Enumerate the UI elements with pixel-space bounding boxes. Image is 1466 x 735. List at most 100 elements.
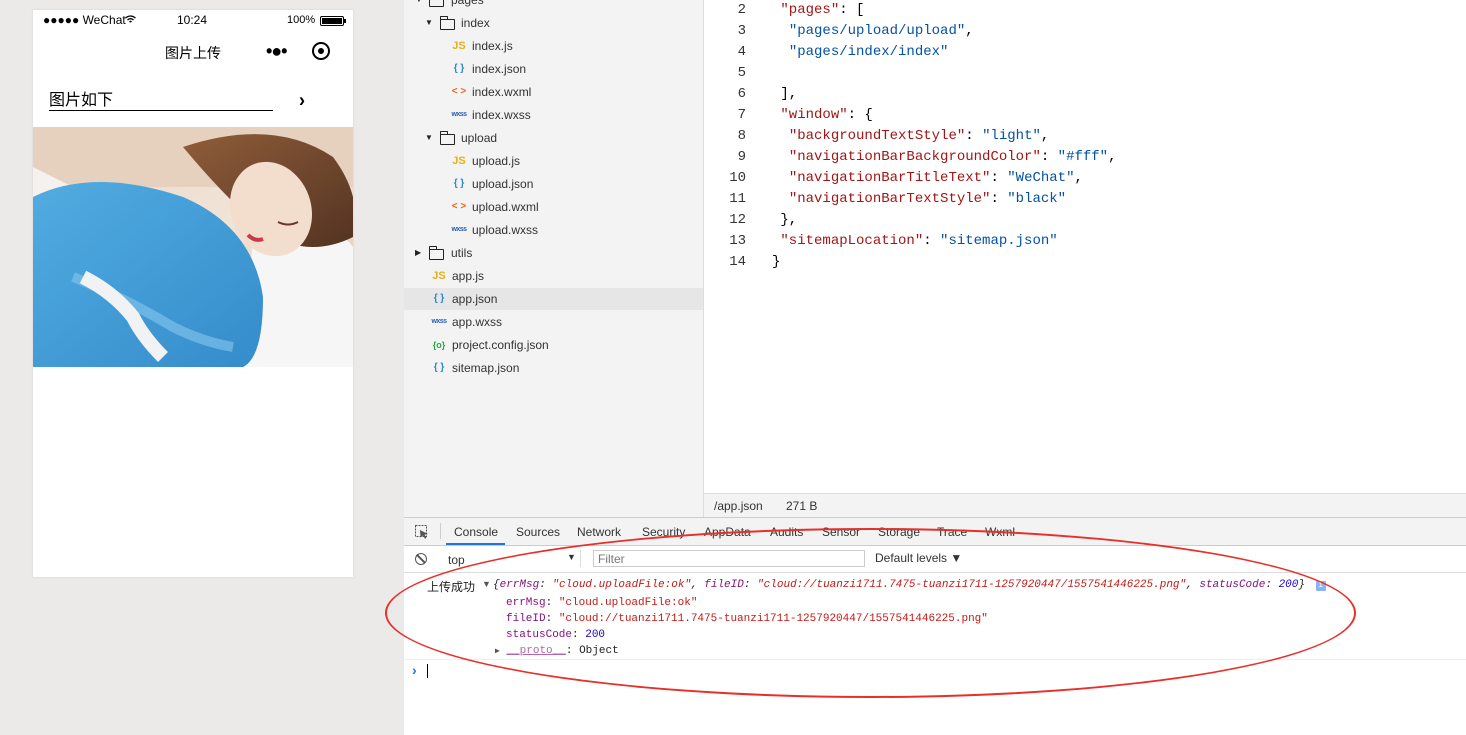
tree-file-index-json[interactable]: { } index.json [404,58,703,80]
tree-file-app-json[interactable]: { } app.json [404,288,703,310]
status-bar: ●●●●● WeChat 10:24 100% [33,10,353,30]
code-token: , [1108,149,1117,165]
line-number: 7 [737,107,746,123]
summary-status-value: 200 [1278,579,1299,591]
tab-audits[interactable]: Audits [770,525,803,539]
context-selector[interactable]: top ▼ [440,550,581,567]
code-token: , [965,23,974,39]
devtools-panel: Console Sources Network Security AppData Audi… [404,517,1466,735]
tree-file-index-wxml[interactable]: < > index.wxml [404,81,703,103]
line-number: 13 [729,233,746,249]
tree-file-upload-js[interactable]: JS upload.js [404,150,703,172]
log-levels-dropdown[interactable]: Default levels ▼ [875,551,962,565]
tab-wxml[interactable]: Wxml [985,525,1015,539]
image-heading: 图片如下 [49,92,273,111]
console-prompt[interactable]: › [404,660,1466,682]
code-token: "backgroundTextStyle" [788,128,966,144]
code-text: }, [772,210,797,231]
tab-network[interactable]: Network [577,525,621,539]
cfg-file-icon: {o} [432,340,446,350]
code-token: : [990,170,1008,186]
brace-close: } [1298,579,1305,591]
tree-file-app-js[interactable]: JS app.js [404,265,703,287]
code-text: "sitemapLocation": "sitemap.json" [772,231,1058,252]
code-token: "navigationBarTextStyle" [788,191,991,207]
tab-trace[interactable]: Trace [937,525,967,539]
code-text: "pages/upload/upload", [772,21,974,42]
status-time: 10:24 [177,13,208,27]
battery-icon [320,16,346,26]
summary-fileid-value: "cloud://tuanzi1711.7475-tuanzi1711-1257… [757,579,1187,591]
code-line: 14} [704,252,1466,273]
log-object-properties: errMsg: "cloud.uploadFile:ok" fileID: "c… [495,595,988,660]
info-icon[interactable]: i [1315,581,1326,591]
tree-file-upload-wxml[interactable]: < > upload.wxml [404,196,703,218]
tree-file-sitemap-json[interactable]: { } sitemap.json [404,357,703,379]
chevron-down-icon: ▼ [567,552,576,562]
line-number: 12 [729,212,746,228]
editor-status-bar: /app.json 271 B [704,493,1466,518]
tree-folder-pages[interactable]: ▼ pages [404,0,703,11]
code-token: "pages" [780,2,840,18]
tree-file-index-wxss[interactable]: wxss index.wxss [404,104,703,126]
tree-item-label: index.wxml [472,85,532,99]
tab-sensor[interactable]: Sensor [822,525,860,539]
code-token: "black" [1007,191,1067,207]
expand-proto-icon[interactable]: ▶ [495,647,500,656]
inspect-element-icon[interactable] [415,525,429,539]
tab-appdata[interactable]: AppData [704,525,751,539]
active-tab-indicator [446,543,505,545]
tree-folder-utils[interactable]: ▶ utils [404,242,703,264]
prop-row-fileid: fileID: "cloud://tuanzi1711.7475-tuanzi1… [506,613,988,625]
code-editor[interactable]: 2 "pages": [3 "pages/upload/upload", 4 "p… [704,0,1466,493]
tab-console[interactable]: Console [454,525,498,539]
log-object-summary[interactable]: {errMsg: "cloud.uploadFile:ok", fileID: … [493,579,1326,591]
expand-arrow-icon[interactable]: ▼ [425,12,433,34]
line-number: 8 [737,128,746,144]
code-line: 11 "navigationBarTextStyle": "black" [704,189,1466,210]
code-token: : { [847,107,873,123]
expand-object-icon[interactable]: ▼ [482,579,491,589]
line-number: 3 [737,23,746,39]
file-tree: ▼ pages ▼ index JS index.js { } index.json < >… [404,0,704,517]
tree-folder-upload[interactable]: ▼ upload [404,127,703,149]
tree-file-app-wxss[interactable]: wxss app.wxss [404,311,703,333]
summary-errmsg-value: "cloud.uploadFile:ok" [552,579,692,591]
more-menu-icon[interactable]: •●• [266,41,288,62]
close-capsule-icon[interactable] [312,42,330,60]
expand-arrow-icon[interactable]: ▼ [425,127,433,149]
tab-storage[interactable]: Storage [878,525,920,539]
code-token: "sitemap.json" [940,233,1058,249]
folder-icon [429,0,444,7]
brace-open: { [493,579,500,591]
tree-item-label: upload.json [472,177,534,191]
tree-file-upload-wxss[interactable]: wxss upload.wxss [404,219,703,241]
code-token: , [1074,170,1083,186]
tab-sources[interactable]: Sources [516,525,560,539]
js-file-icon: JS [452,155,466,167]
json-file-icon: { } [433,362,445,373]
tree-folder-index[interactable]: ▼ index [404,12,703,34]
code-token: ], [780,86,798,102]
current-file-path: /app.json [714,499,763,513]
prop-value: 200 [585,629,606,641]
tree-item-label: index.wxss [472,108,531,122]
clear-console-icon[interactable] [415,553,427,565]
filter-input[interactable] [593,550,865,567]
code-token: : [1040,149,1058,165]
tree-file-index-js[interactable]: JS index.js [404,35,703,57]
code-token: "pages/upload/upload" [788,23,966,39]
wxss-file-icon: wxss [451,226,467,233]
tab-security[interactable]: Security [642,525,685,539]
prop-row-proto[interactable]: ▶ __proto__: Object [495,643,988,660]
expand-arrow-icon[interactable]: ▼ [415,0,423,11]
tree-file-upload-json[interactable]: { } upload.json [404,173,703,195]
json-file-icon: { } [453,63,465,74]
tree-file-project-config-json[interactable]: {o} project.config.json [404,334,703,356]
code-token: : [990,191,1008,207]
collapsed-arrow-icon[interactable]: ▶ [415,242,421,264]
code-text: "navigationBarBackgroundColor": "#fff", [772,147,1117,168]
chevron-right-icon[interactable]: › [299,89,305,112]
prop-key: statusCode [506,629,573,641]
